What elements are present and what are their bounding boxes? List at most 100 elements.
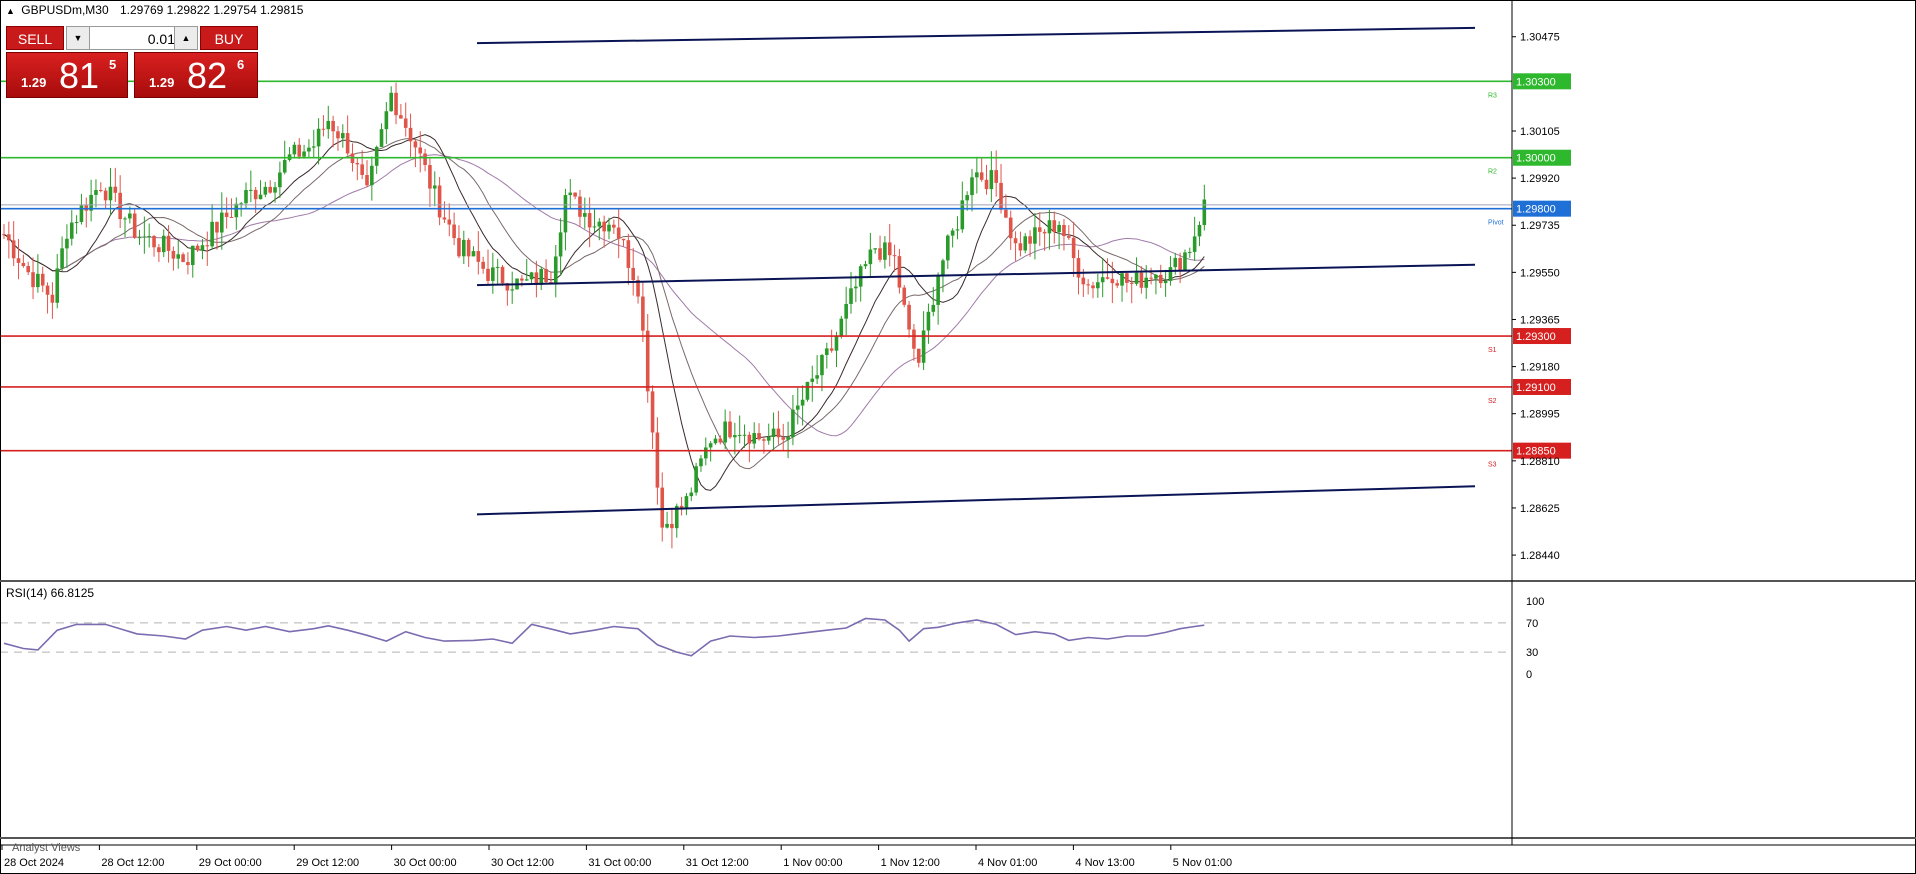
candle-body — [273, 187, 277, 193]
candle-body — [1173, 257, 1178, 268]
candle-body — [970, 177, 974, 196]
candle-body — [1096, 282, 1100, 289]
candle-body — [365, 174, 369, 186]
collapse-triangle-icon[interactable]: ▲ — [6, 6, 15, 16]
candle-body — [432, 185, 437, 189]
candle-body — [471, 251, 476, 257]
candle-body — [442, 217, 447, 220]
candle-body — [370, 165, 374, 186]
buy-button[interactable]: BUY — [200, 26, 258, 50]
candle — [1183, 249, 1187, 271]
candle-body — [113, 186, 118, 193]
candle-body — [258, 194, 263, 200]
candle-body — [249, 189, 253, 191]
candle-body — [999, 182, 1003, 210]
rsi-indicator-label: RSI(14) 66.8125 — [6, 586, 94, 600]
candle-body — [495, 266, 500, 268]
candle-body — [157, 247, 161, 253]
candle-body — [820, 355, 824, 376]
candle-body — [166, 235, 171, 251]
candle-body — [742, 434, 747, 436]
candle-body — [1183, 252, 1187, 271]
time-tick-label: 29 Oct 00:00 — [199, 857, 262, 869]
candle-body — [737, 434, 742, 436]
candle-body — [1013, 238, 1018, 244]
candle-body — [31, 272, 35, 288]
buy-quote-point: 6 — [237, 57, 245, 72]
candle-body — [1062, 224, 1066, 237]
candle-body — [829, 348, 834, 351]
candle-body — [815, 375, 819, 379]
candle-body — [994, 170, 998, 183]
candle-body — [147, 235, 151, 237]
price-tick-label: 1.29180 — [1520, 362, 1560, 374]
candle-body — [321, 128, 326, 130]
candle-body — [341, 133, 345, 139]
price-tick-label: 1.30475 — [1520, 32, 1560, 44]
candle-body — [428, 165, 432, 189]
candle — [839, 315, 844, 339]
sell-button[interactable]: SELL — [6, 26, 64, 50]
analyst-views-tab[interactable]: Analyst Views — [12, 842, 81, 854]
price-tick-label: 1.28995 — [1520, 409, 1560, 421]
candle-body — [1091, 285, 1095, 289]
candle-body — [524, 279, 529, 281]
chevron-down-icon[interactable]: ▼ — [67, 27, 90, 49]
candle-body — [7, 234, 11, 241]
candle-body — [728, 421, 732, 438]
candle-body — [1129, 282, 1134, 284]
candle-body — [282, 159, 287, 173]
candle-body — [665, 523, 669, 528]
time-tick-label: 1 Nov 12:00 — [881, 857, 940, 869]
candle-body — [1163, 280, 1168, 284]
buy-quote-prefix: 1.29 — [149, 75, 175, 90]
candle-body — [195, 245, 200, 251]
candle-body — [887, 242, 892, 256]
buy-quote-pips: 82 — [187, 55, 228, 96]
candle-body — [883, 242, 887, 260]
candle-body — [457, 238, 461, 257]
candle-body — [423, 153, 427, 166]
candle-body — [544, 269, 548, 283]
candle-body — [220, 212, 224, 233]
candle-body — [1115, 283, 1119, 286]
candle-body — [776, 428, 781, 438]
candle-body — [152, 235, 156, 248]
chevron-up-icon[interactable]: ▲ — [174, 27, 197, 49]
candle-body — [510, 289, 514, 291]
candle-body — [418, 147, 423, 154]
candle-body — [844, 303, 848, 319]
candle-body — [1076, 258, 1081, 278]
sell-quote[interactable]: 1.29 81 5 — [6, 52, 128, 98]
candle-body — [689, 492, 694, 497]
candle — [500, 264, 505, 286]
pivot-level-tag: S3 — [1488, 462, 1497, 469]
candle-body — [810, 378, 815, 382]
level-price-text: 1.29800 — [1516, 204, 1556, 216]
candle-body — [1028, 236, 1032, 244]
candle-body — [118, 192, 122, 220]
lot-size-stepper[interactable]: ▼ ▲ — [66, 26, 198, 50]
candle-body — [1168, 267, 1173, 281]
time-tick-label: 30 Oct 00:00 — [394, 857, 457, 869]
candle-body — [253, 189, 258, 200]
candle-body — [94, 190, 98, 195]
candle-body — [1086, 284, 1090, 286]
candle-body — [568, 192, 573, 196]
lot-size-input[interactable] — [91, 29, 177, 49]
price-tick-label: 1.29550 — [1520, 267, 1560, 279]
candle-body — [103, 190, 108, 201]
candle-body — [597, 221, 602, 227]
candle-body — [984, 179, 989, 190]
candle-body — [36, 273, 40, 288]
candle-body — [733, 435, 737, 438]
buy-quote[interactable]: 1.29 82 6 — [134, 52, 258, 98]
chart-canvas[interactable]: R3 R2 Pivot S1 S2 S3 1.30300 1.30000 1.29800 1.2… — [0, 0, 1916, 874]
candle-body — [108, 186, 113, 201]
candle-body — [766, 436, 771, 441]
ohlc-values: 1.29769 1.29822 1.29754 1.29815 — [119, 3, 304, 17]
candle-body — [786, 437, 790, 440]
candle-body — [670, 523, 674, 529]
time-tick-label: 31 Oct 00:00 — [588, 857, 651, 869]
level-price-text: 1.30300 — [1516, 76, 1556, 88]
